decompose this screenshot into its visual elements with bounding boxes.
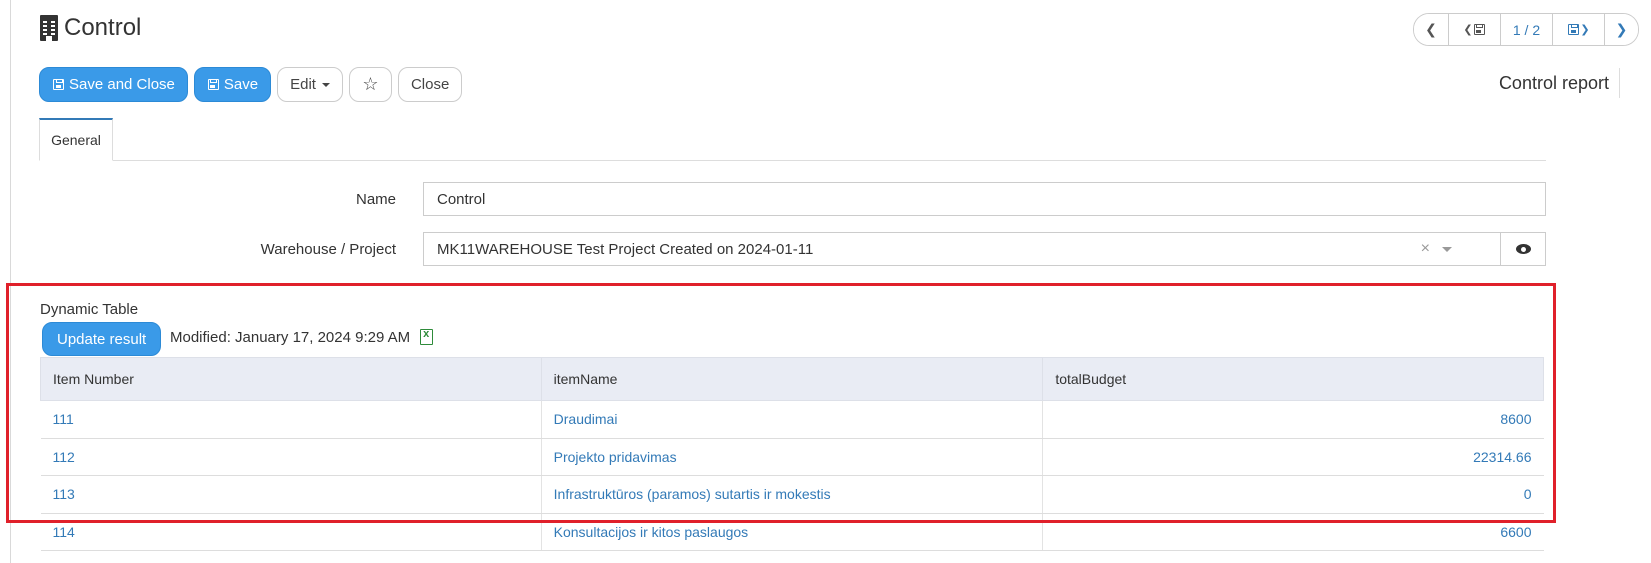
star-icon: ☆: [362, 74, 379, 94]
item-number-link[interactable]: 113: [40, 475, 542, 514]
save-and-next-button[interactable]: ❯: [1552, 14, 1604, 45]
item-name-link[interactable]: Projekto pridavimas: [540, 438, 1043, 476]
chevron-left-icon: ❮: [1425, 21, 1437, 37]
item-name-link[interactable]: Konsultacijos ir kitos paslaugos: [540, 513, 1043, 551]
building-icon: [40, 15, 58, 41]
save-button[interactable]: Save: [193, 67, 272, 102]
toolbar: Save and Close Save Edit ☆ Close: [39, 67, 463, 102]
item-name-link[interactable]: Infrastruktūros (paramos) sutartis ir mo…: [540, 475, 1043, 514]
page-title: Control: [64, 14, 142, 41]
chevron-right-icon: ❯: [1615, 21, 1628, 37]
tab-bar: General: [39, 118, 1546, 161]
left-divider: [10, 0, 11, 563]
warehouse-row: Warehouse / Project MK11WAREHOUSE Test P…: [0, 232, 1546, 266]
save-and-close-button[interactable]: Save and Close: [39, 67, 188, 102]
item-number-link[interactable]: 112: [40, 438, 542, 476]
name-label: Name: [355, 190, 396, 208]
save-label: Save: [223, 76, 259, 93]
name-input[interactable]: Control: [423, 182, 1546, 216]
floppy-icon: [207, 79, 219, 90]
modified-text: Modified: January 17, 2024 9:29 AM: [170, 328, 411, 346]
chevron-left-icon: ❮: [1463, 24, 1473, 36]
report-link[interactable]: Control report: [1499, 68, 1620, 98]
warehouse-select[interactable]: MK11WAREHOUSE Test Project Created on 20…: [423, 232, 1501, 266]
floppy-icon: [1473, 24, 1485, 35]
total-budget-link[interactable]: 8600: [1042, 400, 1544, 439]
view-warehouse-button[interactable]: [1501, 232, 1546, 266]
table-row: 113 Infrastruktūros (paramos) sutartis i…: [40, 475, 1544, 514]
column-header[interactable]: itemName: [540, 357, 1044, 401]
tab-general[interactable]: General: [39, 118, 113, 161]
warehouse-value: MK11WAREHOUSE Test Project Created on 20…: [437, 240, 814, 258]
excel-export-icon[interactable]: [420, 328, 434, 345]
floppy-icon: [53, 79, 64, 90]
modified-info: Modified: January 17, 2024 9:29 AM: [170, 327, 434, 347]
caret-down-icon: [321, 82, 330, 87]
save-and-close-label: Save and Close: [69, 76, 175, 93]
chevron-down-icon[interactable]: [1442, 246, 1452, 252]
column-header[interactable]: Item Number: [40, 357, 542, 401]
page-header: Control: [40, 14, 141, 42]
table-row: 111 Draudimai 8600: [40, 400, 1544, 439]
edit-label: Edit: [290, 76, 316, 93]
eye-icon: [1515, 244, 1531, 254]
dynamic-table: Item Number itemName totalBudget 111 Dra…: [40, 357, 1544, 551]
record-count: 1 / 2: [1500, 14, 1552, 45]
name-row: Name Control: [0, 182, 1546, 216]
total-budget-link[interactable]: 0: [1042, 475, 1544, 514]
item-name-link[interactable]: Draudimai: [540, 400, 1043, 439]
clear-icon[interactable]: ×: [1421, 240, 1430, 258]
favorite-button[interactable]: ☆: [348, 67, 392, 102]
close-label: Close: [410, 76, 450, 93]
warehouse-label: Warehouse / Project: [260, 240, 396, 258]
floppy-icon: [1568, 24, 1580, 35]
column-header[interactable]: totalBudget: [1042, 357, 1544, 401]
item-number-link[interactable]: 114: [40, 513, 542, 551]
previous-record-button[interactable]: ❮: [1414, 14, 1448, 45]
edit-dropdown-button[interactable]: Edit: [277, 67, 343, 102]
chevron-right-icon: ❯: [1580, 24, 1590, 36]
table-header-row: Item Number itemName totalBudget: [40, 357, 1544, 401]
save-and-previous-button[interactable]: ❮: [1448, 14, 1500, 45]
next-record-button[interactable]: ❯: [1604, 14, 1638, 45]
dynamic-table-title: Dynamic Table: [40, 301, 139, 318]
item-number-link[interactable]: 111: [40, 400, 542, 439]
record-pager: ❮ ❮ 1 / 2 ❯ ❯: [1413, 13, 1639, 46]
total-budget-link[interactable]: 22314.66: [1042, 438, 1544, 476]
close-button[interactable]: Close: [397, 67, 463, 102]
table-row: 114 Konsultacijos ir kitos paslaugos 660…: [40, 513, 1544, 551]
update-result-button[interactable]: Update result: [42, 322, 162, 356]
table-row: 112 Projekto pridavimas 22314.66: [40, 438, 1544, 476]
total-budget-link[interactable]: 6600: [1042, 513, 1544, 551]
